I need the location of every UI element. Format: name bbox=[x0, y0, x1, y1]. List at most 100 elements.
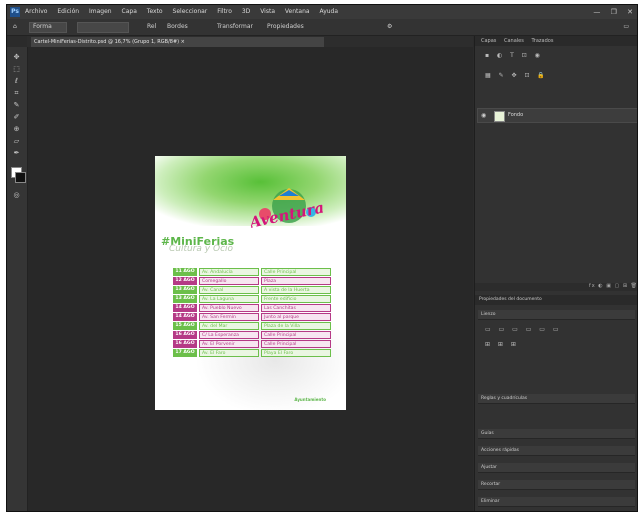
window-controls: — ❐ ✕ bbox=[585, 5, 633, 19]
mode-select[interactable]: Forma bbox=[29, 22, 67, 33]
menu-3d[interactable]: 3D bbox=[242, 8, 250, 15]
tools-panel: ✥ ⬚ ℓ ⌗ ✎ ✐ ⊕ ▱ ✒ ◎ bbox=[7, 47, 28, 511]
menu-help[interactable]: Ayuda bbox=[320, 8, 339, 15]
schedule-address: Calle Principal bbox=[261, 340, 331, 348]
schedule-place: C/ La Esperanza bbox=[199, 331, 259, 339]
schedule-address: Plaza bbox=[261, 277, 331, 285]
event-logo: Aventura bbox=[251, 188, 323, 232]
brush-tool-icon[interactable]: ✐ bbox=[10, 113, 23, 122]
menu-select[interactable]: Seleccionar bbox=[173, 8, 208, 15]
schedule-address: Calle Principal bbox=[261, 268, 331, 276]
schedule-date: 11 AGO bbox=[173, 268, 197, 276]
menu-edit[interactable]: Edición bbox=[57, 8, 79, 15]
props-section-adjust[interactable]: Ajustar bbox=[478, 463, 635, 473]
menu-image[interactable]: Imagen bbox=[89, 8, 112, 15]
minimize-button[interactable]: — bbox=[593, 8, 600, 16]
schedule-date: 15 AGO bbox=[173, 322, 197, 330]
schedule-date: 16 AGO bbox=[173, 340, 197, 348]
menu-view[interactable]: Vista bbox=[260, 8, 275, 15]
layer-thumbnail bbox=[494, 111, 505, 122]
background-color-swatch[interactable] bbox=[15, 172, 26, 183]
home-icon[interactable]: ⌂ bbox=[13, 19, 17, 35]
schedule-place: Av. San Fermín bbox=[199, 313, 259, 321]
align-icons[interactable]: ▭ ▭ ▭ ▭ ▭ ▭ bbox=[485, 326, 562, 333]
menu-window[interactable]: Ventana bbox=[285, 8, 310, 15]
schedule-place: Av. El Faro bbox=[199, 349, 259, 357]
schedule-place: Av. Andalucía bbox=[199, 268, 259, 276]
panel-tabs: Capas Canales Trazados bbox=[475, 36, 637, 46]
option-transform[interactable]: Transformar bbox=[217, 19, 253, 35]
tab-channels[interactable]: Canales bbox=[504, 38, 524, 44]
marquee-tool-icon[interactable]: ⬚ bbox=[10, 65, 23, 74]
tab-paths[interactable]: Trazados bbox=[531, 38, 553, 44]
schedule-place: Av. del Mar bbox=[199, 322, 259, 330]
menu-bar: Ps Archivo Edición Imagen Capa Texto Sel… bbox=[7, 5, 637, 19]
schedule-address: Frente edificio bbox=[261, 295, 331, 303]
move-tool-icon[interactable]: ✥ bbox=[10, 53, 23, 62]
props-section-canvas[interactable]: Lienzo bbox=[478, 310, 635, 320]
mode-label: Forma bbox=[33, 23, 52, 30]
schedule-row: 11 AGO Av. Andalucía Calle Principal bbox=[173, 268, 331, 276]
schedule-date: 16 AGO bbox=[173, 331, 197, 339]
schedule-place: Comegallo bbox=[199, 277, 259, 285]
layer-name: Fondo bbox=[508, 112, 524, 118]
maximize-button[interactable]: ❐ bbox=[611, 8, 617, 16]
schedule-row: 13 AGO Av. Canal A vista de la Huerta bbox=[173, 286, 331, 294]
lasso-tool-icon[interactable]: ℓ bbox=[10, 77, 23, 86]
menu-file[interactable]: Archivo bbox=[25, 8, 47, 15]
schedule-address: Playa El Faro bbox=[261, 349, 331, 357]
schedule-table: 11 AGO Av. Andalucía Calle Principal 12 AGO… bbox=[173, 268, 331, 358]
workspace-icon[interactable]: ▭ bbox=[623, 19, 629, 35]
layer-filter-icons[interactable]: ▪ ◐ T ⊡ ◉ bbox=[485, 52, 543, 59]
document-canvas[interactable]: Aventura #MiniFerias Cultura y Ocio 11 A… bbox=[155, 156, 346, 410]
schedule-row: 16 AGO Av. El Porvenir Calle Principal bbox=[173, 340, 331, 348]
size-fields-icon[interactable]: ⊞ ⊞ ⊞ bbox=[485, 341, 519, 348]
eye-icon[interactable]: ◉ bbox=[481, 109, 486, 122]
props-section-delete[interactable]: Eliminar bbox=[478, 497, 635, 507]
document-tab[interactable]: Cartel-MiniFerias-Distrito.psd @ 16,7% (… bbox=[31, 37, 324, 47]
schedule-date: 13 AGO bbox=[173, 286, 197, 294]
width-field[interactable] bbox=[77, 22, 129, 33]
props-section-quick-actions[interactable]: Acciones rápidas bbox=[478, 446, 635, 456]
close-button[interactable]: ✕ bbox=[627, 8, 633, 16]
stamp-tool-icon[interactable]: ⊕ bbox=[10, 125, 23, 134]
canvas-workspace[interactable]: Aventura #MiniFerias Cultura y Ocio 11 A… bbox=[28, 47, 473, 511]
layer-row[interactable]: ◉ Fondo bbox=[477, 108, 637, 123]
schedule-address: Plaza de la Villa bbox=[261, 322, 331, 330]
properties-header: Propiedades del documento bbox=[475, 295, 637, 305]
schedule-row: 12 AGO Comegallo Plaza bbox=[173, 277, 331, 285]
layers-footer-icons[interactable]: fx ◐ ▣ ▢ ⊞ 🗑 bbox=[475, 283, 637, 291]
props-section-rulers[interactable]: Reglas y cuadrículas bbox=[478, 394, 635, 404]
menu-layer[interactable]: Capa bbox=[122, 8, 137, 15]
eyedropper-tool-icon[interactable]: ✎ bbox=[10, 101, 23, 110]
schedule-date: 14 AGO bbox=[173, 304, 197, 312]
gear-icon[interactable]: ⚙ bbox=[387, 19, 392, 35]
schedule-date: 14 AGO bbox=[173, 313, 197, 321]
schedule-date: 17 AGO bbox=[173, 349, 197, 357]
menu-items: Archivo Edición Imagen Capa Texto Selecc… bbox=[25, 5, 346, 19]
options-bar: ⌂ Forma Rel Bordes Transformar Propiedad… bbox=[7, 19, 637, 36]
crop-tool-icon[interactable]: ⌗ bbox=[10, 89, 23, 98]
schedule-place: Av. Canal bbox=[199, 286, 259, 294]
pen-tool-icon[interactable]: ✒ bbox=[10, 149, 23, 158]
tab-layers[interactable]: Capas bbox=[481, 38, 496, 44]
menu-type[interactable]: Texto bbox=[147, 8, 163, 15]
schedule-row: 16 AGO C/ La Esperanza Calle Principal bbox=[173, 331, 331, 339]
option-rel[interactable]: Rel bbox=[147, 19, 156, 35]
schedule-address: Las Canchitas bbox=[261, 304, 331, 312]
schedule-place: Av. Pueblo Nuevo bbox=[199, 304, 259, 312]
props-section-crop[interactable]: Recortar bbox=[478, 480, 635, 490]
schedule-date: 13 AGO bbox=[173, 295, 197, 303]
quick-mask-icon[interactable]: ◎ bbox=[10, 191, 23, 200]
photoshop-window: Ps Archivo Edición Imagen Capa Texto Sel… bbox=[6, 4, 638, 512]
menu-filter[interactable]: Filtro bbox=[217, 8, 232, 15]
option-bordes[interactable]: Bordes bbox=[167, 19, 188, 35]
schedule-address: Calle Principal bbox=[261, 331, 331, 339]
schedule-row: 17 AGO Av. El Faro Playa El Faro bbox=[173, 349, 331, 357]
eraser-tool-icon[interactable]: ▱ bbox=[10, 137, 23, 146]
schedule-address: A vista de la Huerta bbox=[261, 286, 331, 294]
props-section-guides[interactable]: Guías bbox=[478, 429, 635, 439]
layer-lock-icons[interactable]: ▦ ✎ ✥ ⊡ 🔒 bbox=[485, 72, 548, 79]
option-properties[interactable]: Propiedades bbox=[267, 19, 304, 35]
right-panels: Capas Canales Trazados ▪ ◐ T ⊡ ◉ ▦ ✎ ✥ ⊡… bbox=[474, 36, 637, 511]
